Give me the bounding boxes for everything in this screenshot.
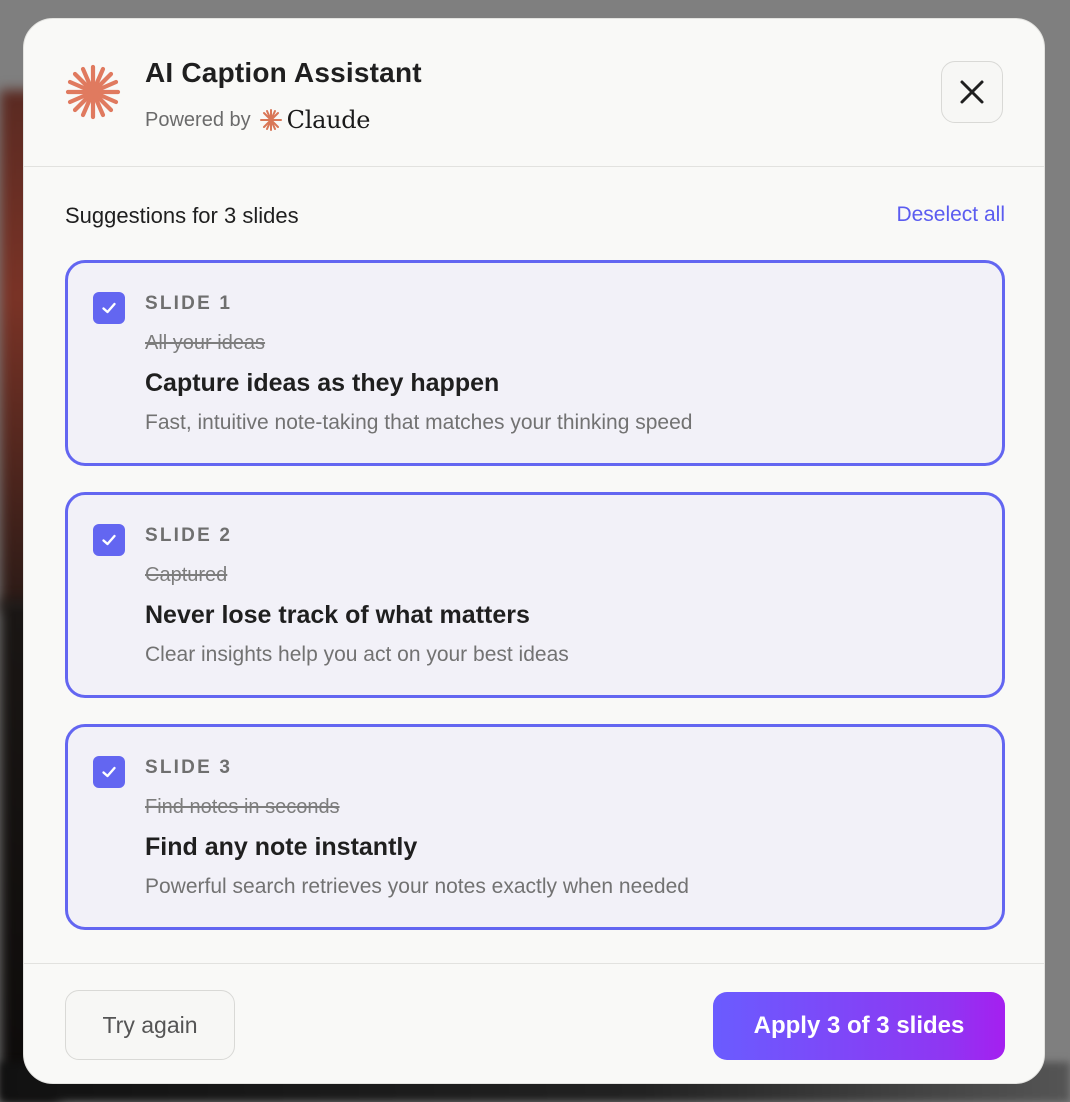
modal-header: AI Caption Assistant Powered by Claude [24, 19, 1044, 167]
claude-logo-icon [259, 109, 282, 131]
new-caption: Never lose track of what matters [145, 601, 530, 629]
sparkle-burst-icon [65, 64, 121, 120]
caption-assistant-modal: AI Caption Assistant Powered by Claude S… [23, 18, 1045, 1084]
checkmark-icon [102, 302, 116, 314]
old-caption: Find notes in seconds [145, 796, 340, 818]
close-icon [960, 80, 984, 104]
powered-by: Powered by Claude [145, 105, 371, 135]
new-caption: Find any note instantly [145, 833, 418, 861]
checkmark-icon [102, 766, 116, 778]
old-caption: Captured [145, 564, 228, 586]
checkmark-icon [102, 534, 116, 546]
modal-footer: Try again Apply 3 of 3 slides [24, 963, 1044, 1083]
powered-by-label: Powered by [145, 108, 251, 131]
modal-title: AI Caption Assistant [145, 57, 422, 88]
slide-1-checkbox[interactable] [93, 292, 125, 324]
slide-3-checkbox[interactable] [93, 756, 125, 788]
slide-label: SLIDE 1 [145, 293, 233, 314]
suggestion-card-slide-3[interactable]: SLIDE 3 Find notes in seconds Find any n… [65, 724, 1005, 930]
try-again-button[interactable]: Try again [65, 990, 235, 1060]
new-subtitle: Powerful search retrieves your notes exa… [145, 875, 689, 898]
slide-label: SLIDE 2 [145, 525, 233, 546]
new-caption: Capture ideas as they happen [145, 369, 500, 397]
deselect-all-link[interactable]: Deselect all [896, 203, 1005, 227]
slide-2-checkbox[interactable] [93, 524, 125, 556]
new-subtitle: Fast, intuitive note-taking that matches… [145, 411, 693, 434]
new-subtitle: Clear insights help you act on your best… [145, 643, 569, 666]
suggestions-toolbar: Suggestions for 3 slides Deselect all [65, 203, 1005, 233]
suggestions-count-label: Suggestions for 3 slides [65, 203, 299, 228]
apply-slides-button[interactable]: Apply 3 of 3 slides [713, 992, 1005, 1060]
suggestion-card-slide-1[interactable]: SLIDE 1 All your ideas Capture ideas as … [65, 260, 1005, 466]
slide-label: SLIDE 3 [145, 757, 233, 778]
old-caption: All your ideas [145, 332, 266, 354]
brand-name: Claude [286, 106, 371, 134]
close-button[interactable] [941, 61, 1003, 123]
suggestion-card-slide-2[interactable]: SLIDE 2 Captured Never lose track of wha… [65, 492, 1005, 698]
